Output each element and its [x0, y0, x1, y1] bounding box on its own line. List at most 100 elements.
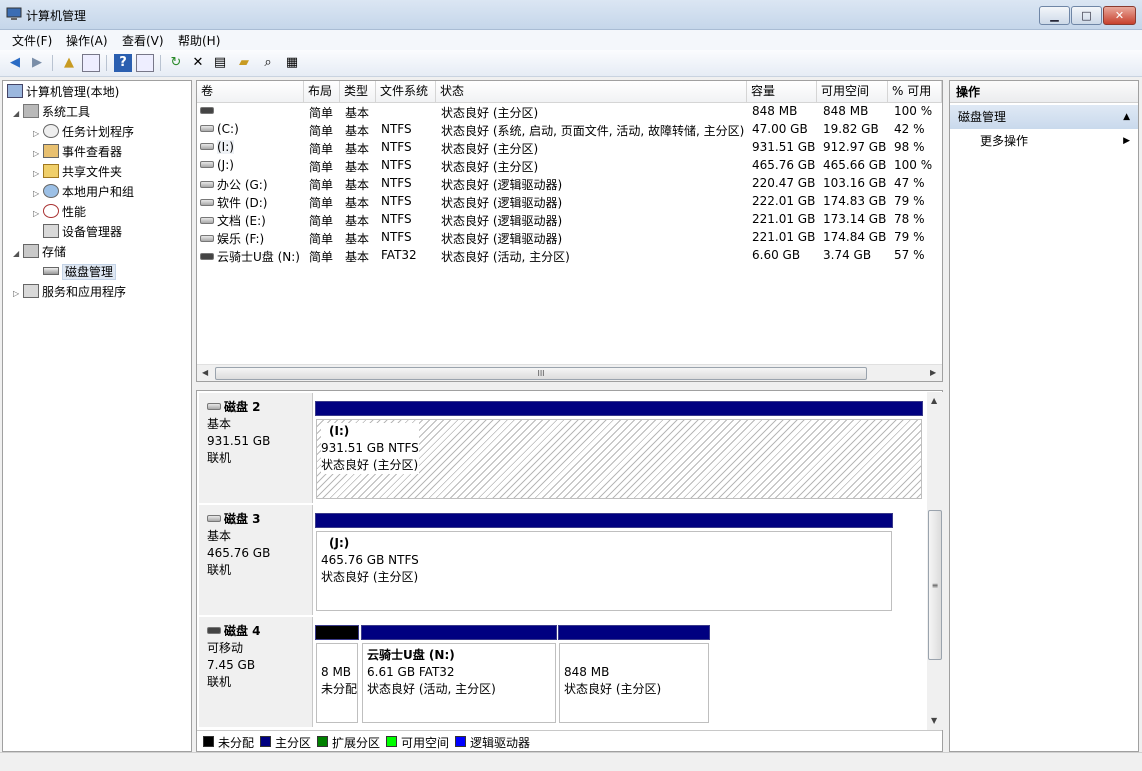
column-header-volume[interactable]: 卷 — [197, 81, 304, 103]
menu-view[interactable]: 查看(V) — [122, 32, 164, 49]
column-header-free-space[interactable]: 可用空间 — [817, 81, 888, 103]
scroll-thumb[interactable]: ≡ — [928, 510, 942, 660]
tree-item-local-users[interactable]: ▷ 本地用户和组 — [33, 183, 134, 201]
percent-free-cell: 42 % — [894, 122, 925, 136]
collapse-up-icon[interactable]: ▲ — [1123, 105, 1130, 129]
horizontal-scrollbar[interactable]: ◀ III ▶ — [197, 364, 942, 381]
unallocated-space[interactable]: 8 MB 未分配 — [316, 643, 358, 723]
disk-name: 磁盘 3 — [224, 512, 261, 526]
expand-arrow-icon[interactable]: ▷ — [33, 185, 43, 203]
disk-type: 可移动 — [207, 641, 244, 655]
layout-cell: 简单 — [309, 160, 334, 174]
status-cell: 状态良好 (逻辑驱动器) — [441, 178, 563, 192]
more-actions[interactable]: 更多操作 ▶ — [980, 131, 1130, 151]
refresh-icon[interactable]: ↻ — [167, 54, 185, 72]
table-row[interactable]: (J:) 简单 基本 NTFS 状态良好 (主分区) 465.76 GB 465… — [197, 157, 942, 175]
forward-icon[interactable]: ▶ — [28, 54, 46, 72]
scroll-thumb[interactable]: III — [215, 367, 867, 380]
percent-free-cell: 57 % — [894, 248, 925, 262]
capacity-cell: 931.51 GB — [752, 140, 816, 154]
drive-icon — [200, 181, 214, 188]
tree-item-shared-folders[interactable]: ▷ 共享文件夹 — [33, 163, 122, 181]
scroll-down-icon[interactable]: ▼ — [931, 716, 937, 725]
scroll-right-icon[interactable]: ▶ — [930, 368, 936, 377]
search-icon[interactable]: ⌕ — [259, 54, 277, 72]
table-row[interactable]: 文档 (E:) 简单 基本 NTFS 状态良好 (逻辑驱动器) 221.01 G… — [197, 211, 942, 229]
collapse-arrow-icon[interactable]: ◢ — [13, 245, 23, 263]
partition-848mb[interactable]: 848 MB 状态良好 (主分区) — [559, 643, 709, 723]
table-row[interactable]: 云骑士U盘 (N:) 简单 基本 FAT32 状态良好 (活动, 主分区) 6.… — [197, 247, 942, 265]
table-row[interactable]: (C:) 简单 基本 NTFS 状态良好 (系统, 启动, 页面文件, 活动, … — [197, 121, 942, 139]
capacity-cell: 220.47 GB — [752, 176, 816, 190]
capacity-cell: 221.01 GB — [752, 212, 816, 226]
disk-3-info[interactable]: 磁盘 3 基本 465.76 GB 联机 — [199, 505, 313, 615]
partition-fs: 465.76 GB NTFS — [321, 553, 419, 567]
expand-arrow-icon[interactable]: ▷ — [33, 145, 43, 163]
capacity-cell: 6.60 GB — [752, 248, 801, 262]
volume-cell: 软件 (D:) — [200, 194, 267, 211]
tree-item-storage[interactable]: ◢ 存储 — [13, 243, 66, 261]
tree-item-task-scheduler[interactable]: ▷ 任务计划程序 — [33, 123, 134, 141]
expand-arrow-icon[interactable]: ▷ — [33, 165, 43, 183]
table-row[interactable]: 简单 基本 状态良好 (主分区) 848 MB 848 MB 100 % — [197, 103, 942, 121]
open-folder-icon[interactable]: ▰ — [235, 54, 253, 72]
volume-cell: 娱乐 (F:) — [200, 230, 264, 247]
tree-item-performance[interactable]: ▷ 性能 — [33, 203, 86, 221]
disk-4-info[interactable]: 磁盘 4 可移动 7.45 GB 联机 — [199, 617, 313, 727]
help-icon[interactable]: ? — [114, 54, 132, 72]
column-header-layout[interactable]: 布局 — [304, 81, 340, 103]
expand-arrow-icon[interactable]: ▷ — [33, 205, 43, 223]
back-icon[interactable]: ◀ — [6, 54, 24, 72]
action-pane-icon[interactable] — [136, 54, 154, 72]
column-header-status[interactable]: 状态 — [436, 81, 747, 103]
type-cell: 基本 — [345, 142, 370, 156]
menu-help[interactable]: 帮助(H) — [178, 32, 220, 49]
disk-2-info[interactable]: 磁盘 2 基本 931.51 GB 联机 — [199, 393, 313, 503]
vertical-scrollbar[interactable]: ▲ ≡ ▼ — [927, 392, 943, 730]
table-row[interactable]: (I:) 简单 基本 NTFS 状态良好 (主分区) 931.51 GB 912… — [197, 139, 942, 157]
toolbar: ◀ ▶ ▲ ? ↻ ✕ ▤ ▰ ⌕ ▦ — [0, 50, 1142, 77]
tree-item-device-manager[interactable]: 设备管理器 — [43, 223, 122, 241]
table-row[interactable]: 软件 (D:) 简单 基本 NTFS 状态良好 (逻辑驱动器) 222.01 G… — [197, 193, 942, 211]
settings-icon[interactable]: ▦ — [283, 54, 301, 72]
partition-n[interactable]: 云骑士U盘 (N:) 6.61 GB FAT32 状态良好 (活动, 主分区) — [362, 643, 556, 723]
performance-icon — [43, 204, 59, 218]
status-cell: 状态良好 (主分区) — [441, 160, 539, 174]
volume-name: 文档 (E:) — [217, 214, 266, 228]
volume-cell: (J:) — [200, 158, 234, 172]
disk-type: 基本 — [207, 529, 232, 543]
disk-size: 7.45 GB — [207, 658, 256, 672]
show-hide-tree-icon[interactable] — [82, 54, 100, 72]
table-row[interactable]: 娱乐 (F:) 简单 基本 NTFS 状态良好 (逻辑驱动器) 221.01 G… — [197, 229, 942, 247]
type-cell: 基本 — [345, 106, 370, 120]
up-folder-icon[interactable]: ▲ — [60, 54, 78, 72]
column-header-percent-free[interactable]: % 可用 — [888, 81, 942, 103]
partition-i[interactable]: (I:) 931.51 GB NTFS 状态良好 (主分区) — [316, 419, 922, 499]
tree-item-root[interactable]: 计算机管理(本地) — [7, 83, 119, 101]
partition-j[interactable]: (J:) 465.76 GB NTFS 状态良好 (主分区) — [316, 531, 892, 611]
delete-icon[interactable]: ✕ — [189, 54, 207, 72]
expand-arrow-icon[interactable]: ▷ — [33, 125, 43, 143]
expand-arrow-icon[interactable]: ▷ — [13, 285, 23, 303]
clock-icon — [43, 124, 59, 138]
close-button[interactable]: ✕ — [1103, 6, 1136, 25]
scroll-left-icon[interactable]: ◀ — [202, 368, 208, 377]
column-header-filesystem[interactable]: 文件系统 — [376, 81, 436, 103]
tree-item-services[interactable]: ▷ 服务和应用程序 — [13, 283, 126, 301]
column-header-capacity[interactable]: 容量 — [747, 81, 817, 103]
collapse-arrow-icon[interactable]: ◢ — [13, 105, 23, 123]
tree-item-disk-management[interactable]: 磁盘管理 — [43, 263, 117, 281]
properties-icon[interactable]: ▤ — [211, 54, 229, 72]
minimize-button[interactable]: ▁ — [1039, 6, 1070, 25]
menu-action[interactable]: 操作(A) — [66, 32, 108, 49]
scroll-up-icon[interactable]: ▲ — [931, 396, 937, 405]
tree-item-event-viewer[interactable]: ▷ 事件查看器 — [33, 143, 122, 161]
volume-name: (C:) — [217, 122, 239, 136]
actions-section-disk-management[interactable]: 磁盘管理 ▲ — [950, 105, 1138, 129]
maximize-button[interactable]: □ — [1071, 6, 1102, 25]
tree-item-system-tools[interactable]: ◢ 系统工具 — [13, 103, 90, 121]
table-row[interactable]: 办公 (G:) 简单 基本 NTFS 状态良好 (逻辑驱动器) 220.47 G… — [197, 175, 942, 193]
column-header-type[interactable]: 类型 — [340, 81, 376, 103]
menu-file[interactable]: 文件(F) — [12, 32, 52, 49]
legend-label: 逻辑驱动器 — [470, 736, 531, 750]
